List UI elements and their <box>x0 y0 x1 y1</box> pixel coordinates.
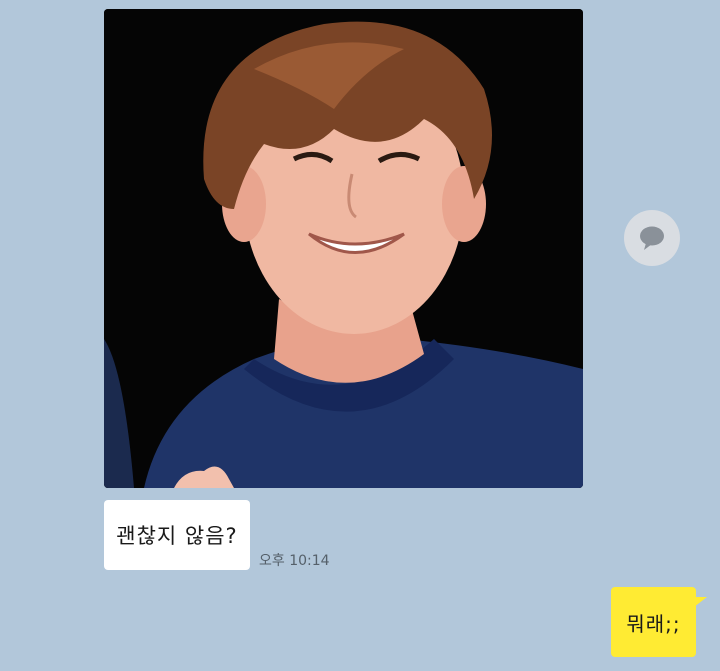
received-message-bubble[interactable]: 괜찮지 않음? <box>104 500 250 570</box>
received-message-text: 괜찮지 않음? <box>116 524 238 548</box>
message-timestamp: 오후 10:14 <box>259 553 330 569</box>
share-button[interactable] <box>624 210 680 266</box>
speech-bubble-icon <box>640 226 664 250</box>
person-photo-illustration <box>104 9 583 488</box>
received-photo[interactable] <box>104 9 583 488</box>
sent-message-text: 뭐래;; <box>626 611 681 636</box>
sent-message-bubble[interactable]: 뭐래;; <box>611 587 707 657</box>
bubble-tail <box>694 597 707 607</box>
